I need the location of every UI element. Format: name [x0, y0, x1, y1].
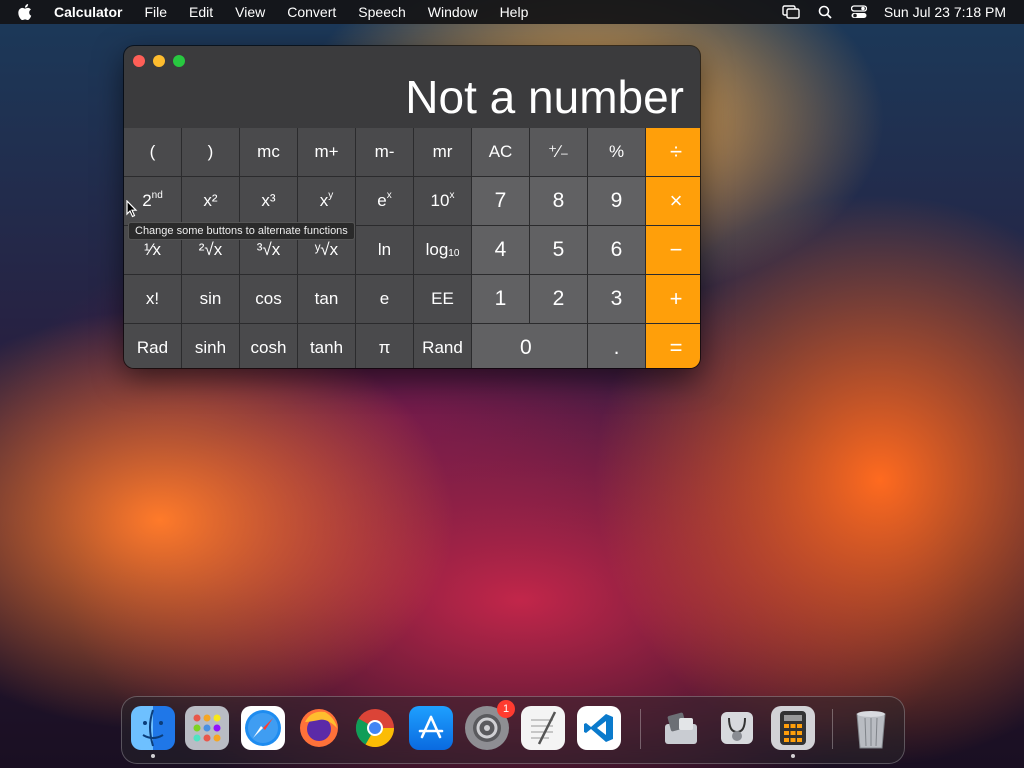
tanh-button[interactable]: tanh — [298, 324, 355, 368]
minimize-button[interactable] — [153, 55, 165, 67]
vscode-icon[interactable] — [577, 706, 621, 750]
menu-window[interactable]: Window — [428, 4, 478, 20]
calculator-window: Not a number ( ) mc m+ m- mr AC ⁺∕₋ % ÷ … — [124, 46, 700, 368]
minus-button[interactable]: − — [646, 226, 700, 274]
x-pow-y-sup: y — [328, 189, 334, 201]
keypad: ( ) mc m+ m- mr AC ⁺∕₋ % ÷ 2nd x² x³ xy … — [124, 128, 700, 368]
mouse-cursor-icon — [126, 199, 138, 218]
plus-button[interactable]: + — [646, 275, 700, 323]
digit-1-button[interactable]: 1 — [472, 275, 529, 323]
ten-pow-x-sup: x — [449, 189, 455, 201]
factorial-button[interactable]: x! — [124, 275, 181, 323]
plus-minus-button[interactable]: ⁺∕₋ — [530, 128, 587, 176]
divide-button[interactable]: ÷ — [646, 128, 700, 176]
log10-label: log — [425, 240, 449, 259]
finder-icon[interactable] — [131, 706, 175, 758]
chrome-icon[interactable] — [353, 706, 397, 750]
memory-clear-button[interactable]: mc — [240, 128, 297, 176]
textedit-icon[interactable] — [521, 706, 565, 750]
close-button[interactable] — [133, 55, 145, 67]
menu-help[interactable]: Help — [500, 4, 529, 20]
sinh-button[interactable]: sinh — [182, 324, 239, 368]
digit-8-button[interactable]: 8 — [530, 177, 587, 225]
digit-9-button[interactable]: 9 — [588, 177, 645, 225]
x-squared-button[interactable]: x² — [182, 177, 239, 225]
digit-0-button[interactable]: 0 — [472, 324, 587, 368]
open-paren-button[interactable]: ( — [124, 128, 181, 176]
digit-4-button[interactable]: 4 — [472, 226, 529, 274]
x-pow-y-button[interactable]: xy — [298, 177, 355, 225]
trash-icon[interactable] — [849, 706, 893, 750]
menu-file[interactable]: File — [144, 4, 167, 20]
digit-3-button[interactable]: 3 — [588, 275, 645, 323]
window-controls — [133, 55, 185, 67]
x-cubed-button[interactable]: x³ — [240, 177, 297, 225]
search-icon[interactable] — [816, 3, 834, 21]
sin-button[interactable]: sin — [182, 275, 239, 323]
digit-7-button[interactable]: 7 — [472, 177, 529, 225]
disk-utility-icon[interactable] — [715, 706, 759, 750]
e-constant-button[interactable]: e — [356, 275, 413, 323]
safari-icon[interactable] — [241, 706, 285, 750]
digit-5-button[interactable]: 5 — [530, 226, 587, 274]
pi-button[interactable]: π — [356, 324, 413, 368]
cosh-button[interactable]: cosh — [240, 324, 297, 368]
tan-button[interactable]: tan — [298, 275, 355, 323]
all-clear-button[interactable]: AC — [472, 128, 529, 176]
calculator-display: Not a number — [405, 71, 684, 123]
notification-badge: 1 — [497, 700, 515, 718]
close-paren-button[interactable]: ) — [182, 128, 239, 176]
launchpad-icon[interactable] — [185, 706, 229, 750]
menu-edit[interactable]: Edit — [189, 4, 213, 20]
log10-button[interactable]: log 10 — [414, 226, 471, 274]
apple-menu-icon[interactable] — [18, 3, 36, 21]
e-pow-x-button[interactable]: ex — [356, 177, 413, 225]
digit-2-button[interactable]: 2 — [530, 275, 587, 323]
log10-sub: 10 — [448, 247, 460, 259]
rad-button[interactable]: Rad — [124, 324, 181, 368]
decimal-button[interactable]: . — [588, 324, 645, 368]
x-pow-y-label: x — [319, 191, 329, 210]
equals-button[interactable]: = — [646, 324, 700, 368]
second-label: 2 — [142, 191, 152, 210]
memory-subtract-button[interactable]: m- — [356, 128, 413, 176]
app-store-icon[interactable] — [409, 706, 453, 750]
control-center-icon[interactable] — [850, 3, 868, 21]
e-pow-x-label: e — [377, 191, 387, 210]
menu-app-name[interactable]: Calculator — [54, 4, 122, 20]
menu-convert[interactable]: Convert — [287, 4, 336, 20]
menu-bar: Calculator File Edit View Convert Speech… — [0, 0, 1024, 24]
dock: 1 — [121, 696, 905, 764]
second-sup: nd — [151, 189, 163, 201]
ten-pow-x-label: 10 — [430, 191, 450, 210]
percent-button[interactable]: % — [588, 128, 645, 176]
tooltip: Change some buttons to alternate functio… — [128, 222, 355, 240]
dock-separator — [640, 709, 641, 749]
ee-button[interactable]: EE — [414, 275, 471, 323]
multiply-button[interactable]: × — [646, 177, 700, 225]
finder-running-indicator — [151, 754, 155, 758]
cos-button[interactable]: cos — [240, 275, 297, 323]
menu-view[interactable]: View — [235, 4, 265, 20]
ten-pow-x-button[interactable]: 10 x — [414, 177, 471, 225]
dock-separator — [832, 709, 833, 749]
rand-button[interactable]: Rand — [414, 324, 471, 368]
zoom-button[interactable] — [173, 55, 185, 67]
screen-mirroring-icon[interactable] — [782, 3, 800, 21]
system-settings-icon[interactable]: 1 — [465, 700, 515, 750]
firefox-icon[interactable] — [297, 706, 341, 750]
e-pow-x-sup: x — [386, 189, 392, 201]
calculator-running-indicator — [791, 754, 795, 758]
menu-speech[interactable]: Speech — [358, 4, 405, 20]
ln-button[interactable]: ln — [356, 226, 413, 274]
memory-recall-button[interactable]: mr — [414, 128, 471, 176]
menu-clock[interactable]: Sun Jul 23 7:18 PM — [884, 4, 1006, 20]
memory-add-button[interactable]: m+ — [298, 128, 355, 176]
calculator-icon[interactable] — [771, 706, 815, 758]
digit-6-button[interactable]: 6 — [588, 226, 645, 274]
migration-assistant-icon[interactable] — [659, 706, 703, 750]
